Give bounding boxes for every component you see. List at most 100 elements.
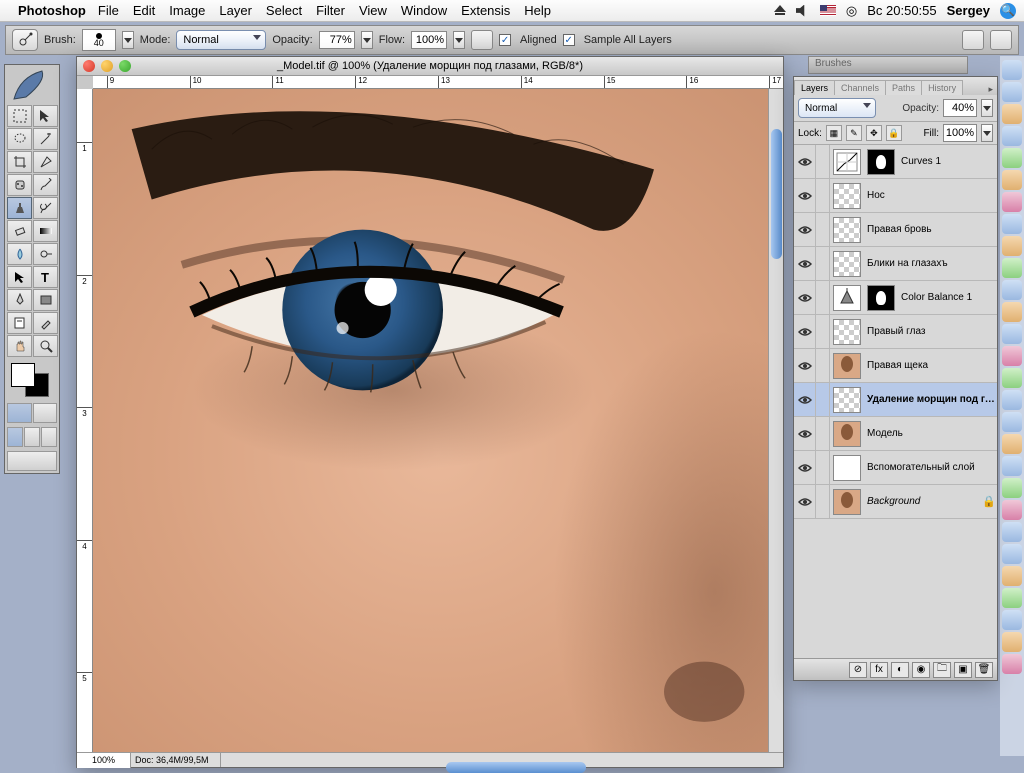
new-adjustment-icon[interactable]: ◉ [912, 662, 930, 678]
dock-item[interactable] [1002, 390, 1022, 410]
layer-row[interactable]: Правая бровь [794, 213, 997, 247]
menu-help[interactable]: Help [524, 3, 551, 18]
layer-row[interactable]: Правый глаз [794, 315, 997, 349]
layer-link-column[interactable] [816, 485, 830, 518]
layer-name[interactable]: Вспомогательный слой [864, 462, 997, 473]
eject-icon[interactable] [774, 5, 786, 17]
menu-image[interactable]: Image [169, 3, 205, 18]
palette-well-icon[interactable] [962, 30, 984, 50]
scrollbar-thumb[interactable] [771, 129, 782, 259]
tool-type[interactable]: T [33, 266, 58, 288]
layer-link-column[interactable] [816, 383, 830, 416]
tool-notes[interactable] [7, 312, 32, 334]
tab-history[interactable]: History [921, 80, 963, 95]
screen-full-button[interactable] [41, 427, 57, 447]
flow-input[interactable]: 100% [411, 31, 447, 49]
layer-name[interactable]: Background [864, 496, 981, 507]
fill-dropdown-icon[interactable] [981, 124, 993, 142]
menubar-user[interactable]: Sergey [947, 3, 990, 18]
layer-mask-thumb[interactable] [867, 149, 895, 175]
layer-row[interactable]: Color Balance 1 [794, 281, 997, 315]
dock-item[interactable] [1002, 500, 1022, 520]
dock-item[interactable] [1002, 126, 1022, 146]
tool-zoom[interactable] [33, 335, 58, 357]
layer-visibility-icon[interactable] [794, 315, 816, 348]
volume-icon[interactable] [796, 5, 810, 17]
dock-item[interactable] [1002, 368, 1022, 388]
layer-opacity-dropdown-icon[interactable] [981, 99, 993, 117]
dock-item[interactable] [1002, 258, 1022, 278]
layer-link-icon[interactable]: ⊘ [849, 662, 867, 678]
dock-item[interactable] [1002, 654, 1022, 674]
tool-hand[interactable] [7, 335, 32, 357]
fill-input[interactable]: 100% [943, 124, 977, 142]
new-group-icon[interactable]: 🗀 [933, 662, 951, 678]
tool-slice[interactable] [33, 151, 58, 173]
tool-marquee[interactable] [7, 105, 32, 127]
layer-row[interactable]: Curves 1 [794, 145, 997, 179]
doc-info[interactable]: Doc: 36,4M/99,5M [131, 753, 221, 767]
aligned-checkbox[interactable] [499, 34, 511, 46]
tool-eraser[interactable] [7, 220, 32, 242]
tab-channels[interactable]: Channels [834, 80, 886, 95]
airbrush-toggle-icon[interactable] [471, 30, 493, 50]
dock-item[interactable] [1002, 544, 1022, 564]
layer-name[interactable]: Удаление морщин под глазами [864, 394, 997, 405]
sample-all-checkbox[interactable] [563, 34, 575, 46]
dock-item[interactable] [1002, 60, 1022, 80]
tool-dodge[interactable] [33, 243, 58, 265]
lock-position-icon[interactable]: ✥ [866, 125, 882, 141]
lock-transparency-icon[interactable]: ▦ [826, 125, 842, 141]
layer-visibility-icon[interactable] [794, 281, 816, 314]
layer-name[interactable]: Модель [864, 428, 997, 439]
layer-row[interactable]: Background🔒 [794, 485, 997, 519]
layer-visibility-icon[interactable] [794, 179, 816, 212]
menu-filter[interactable]: Filter [316, 3, 345, 18]
layer-visibility-icon[interactable] [794, 349, 816, 382]
dock-item[interactable] [1002, 632, 1022, 652]
brush-dropdown-icon[interactable] [122, 31, 134, 49]
layer-visibility-icon[interactable] [794, 145, 816, 178]
dock-item[interactable] [1002, 192, 1022, 212]
brushes-palette-tab[interactable]: Brushes [808, 56, 968, 74]
layer-link-column[interactable] [816, 179, 830, 212]
layer-name[interactable]: Curves 1 [898, 156, 997, 167]
tool-crop[interactable] [7, 151, 32, 173]
layer-visibility-icon[interactable] [794, 213, 816, 246]
active-tool-icon[interactable] [12, 29, 38, 51]
layer-row[interactable]: Удаление морщин под глазами [794, 383, 997, 417]
dock-item[interactable] [1002, 302, 1022, 322]
layer-style-icon[interactable]: fx [870, 662, 888, 678]
tool-shape[interactable] [33, 289, 58, 311]
lock-pixels-icon[interactable]: ✎ [846, 125, 862, 141]
layer-mask-thumb[interactable] [867, 285, 895, 311]
brush-preset-picker[interactable]: 40 [82, 29, 116, 51]
menu-window[interactable]: Window [401, 3, 447, 18]
dock-item[interactable] [1002, 588, 1022, 608]
menu-edit[interactable]: Edit [133, 3, 155, 18]
layer-blend-mode-select[interactable]: Normal [798, 98, 876, 118]
tool-history-brush[interactable] [33, 197, 58, 219]
layer-row[interactable]: Блики на глазахъ [794, 247, 997, 281]
layer-name[interactable]: Правый глаз [864, 326, 997, 337]
menu-layer[interactable]: Layer [219, 3, 252, 18]
tool-move[interactable] [33, 105, 58, 127]
dock-item[interactable] [1002, 148, 1022, 168]
spotlight-icon[interactable]: 🔍 [1000, 3, 1016, 19]
layer-name[interactable]: Правая бровь [864, 224, 997, 235]
layer-row[interactable]: Нос [794, 179, 997, 213]
layer-link-column[interactable] [816, 281, 830, 314]
dock-item[interactable] [1002, 324, 1022, 344]
tool-healing[interactable] [7, 174, 32, 196]
document-canvas[interactable] [93, 89, 783, 752]
new-layer-icon[interactable]: ▣ [954, 662, 972, 678]
toggle-palettes-icon[interactable] [990, 30, 1012, 50]
layer-visibility-icon[interactable] [794, 383, 816, 416]
dock-item[interactable] [1002, 412, 1022, 432]
layer-opacity-input[interactable]: 40% [943, 99, 977, 117]
jump-to-imageready-button[interactable] [7, 451, 57, 471]
layer-link-column[interactable] [816, 417, 830, 450]
tab-layers[interactable]: Layers [794, 80, 835, 95]
dock-item[interactable] [1002, 456, 1022, 476]
dock-item[interactable] [1002, 346, 1022, 366]
